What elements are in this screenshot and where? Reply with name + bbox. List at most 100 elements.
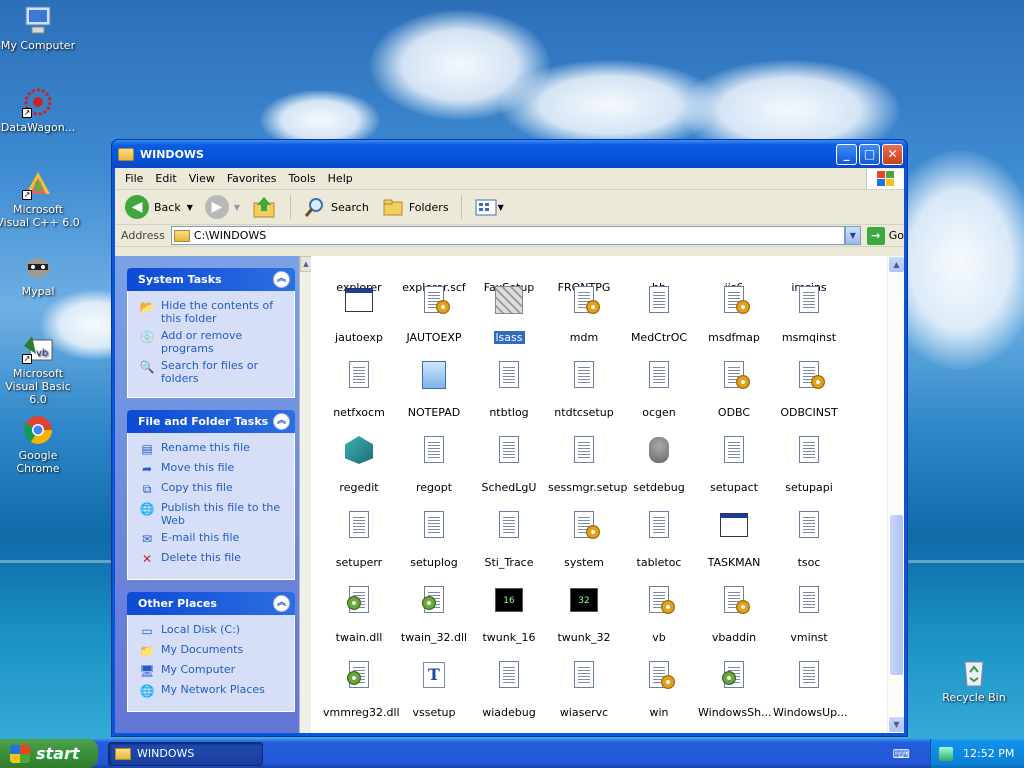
task-add-remove-programs[interactable]: 💿 Add or remove programs	[139, 329, 288, 355]
taskbar-button-windows[interactable]: WINDOWS	[108, 741, 263, 766]
forward-button[interactable]: ▶ ▼	[201, 193, 244, 221]
file-item[interactable]: regedit	[321, 434, 397, 494]
task-pane-scrollbar[interactable]: ▲	[299, 256, 312, 733]
task-move[interactable]: ➦ Move this file	[139, 461, 288, 477]
start-button[interactable]: start	[0, 739, 98, 768]
address-dropdown-button[interactable]: ▼	[844, 226, 861, 245]
network-tray-icon[interactable]	[939, 746, 953, 761]
file-item[interactable]: TASKMAN	[696, 509, 772, 569]
file-item[interactable]: ntdtcsetup	[546, 359, 622, 419]
file-item[interactable]: twain.dll	[321, 584, 397, 644]
desktop-icon-google-chrome[interactable]: Google Chrome	[0, 414, 80, 475]
menu-help[interactable]: Help	[322, 172, 359, 185]
file-item[interactable]: jautoexp	[321, 284, 397, 344]
place-local-disk[interactable]: ▭ Local Disk (C:)	[139, 623, 288, 639]
task-delete[interactable]: ✕ Delete this file	[139, 551, 288, 567]
desktop-icon-recycle-bin[interactable]: Recycle Bin	[932, 656, 1016, 704]
other-places-header[interactable]: Other Places ︽	[127, 592, 295, 615]
file-item[interactable]: sessmgr.setup	[546, 434, 627, 494]
minimize-button[interactable]: _	[836, 143, 857, 165]
file-item[interactable]: vminst	[771, 584, 847, 644]
file-item[interactable]: setupact	[696, 434, 772, 494]
back-button[interactable]: ◀ Back ▼	[121, 193, 197, 221]
menu-favorites[interactable]: Favorites	[221, 172, 283, 185]
collapse-chevron-icon[interactable]: ︽	[273, 271, 290, 288]
file-item[interactable]: tsoc	[771, 509, 847, 569]
keyboard-icon[interactable]: ⌨	[893, 747, 910, 761]
file-item[interactable]: ODBC	[696, 359, 772, 419]
folders-button[interactable]: Folders	[377, 195, 453, 219]
desktop-icon-visual-basic[interactable]: vb ↗ Microsoft Visual Basic 6.0	[0, 332, 80, 406]
file-item[interactable]: ntbtlog	[471, 359, 547, 419]
file-item[interactable]: ODBCINST	[771, 359, 847, 419]
desktop-icon-datawagon[interactable]: ↗ DataWagon...	[0, 86, 80, 134]
scroll-up-arrow-icon[interactable]: ▲	[888, 256, 904, 273]
file-item[interactable]: setuplog	[396, 509, 472, 569]
go-button[interactable]: → Go	[866, 226, 904, 245]
scroll-down-arrow-icon[interactable]: ▼	[888, 716, 904, 733]
file-item[interactable]: tabletoc	[621, 509, 697, 569]
clock[interactable]: 12:52 PM	[963, 747, 1014, 760]
place-my-computer[interactable]: 🖥 My Computer	[139, 663, 288, 679]
place-my-documents[interactable]: 📁 My Documents	[139, 643, 288, 659]
vertical-scrollbar[interactable]: ▲ ▼	[887, 256, 904, 733]
file-item[interactable]: JAUTOEXP	[396, 284, 472, 344]
menu-tools[interactable]: Tools	[283, 172, 322, 185]
system-tasks-header[interactable]: System Tasks ︽	[127, 268, 295, 291]
collapse-chevron-icon[interactable]: ︽	[273, 413, 290, 430]
file-item[interactable]: mdm	[546, 284, 622, 344]
task-rename[interactable]: ▤ Rename this file	[139, 441, 288, 457]
file-item[interactable]: wiaservc	[546, 659, 622, 719]
explorer-window[interactable]: WINDOWS _ □ ✕ File Edit View Favorites T…	[111, 139, 908, 737]
file-item[interactable]: SchedLgU	[471, 434, 547, 494]
task-copy[interactable]: ⧉ Copy this file	[139, 481, 288, 497]
file-item[interactable]: msmqinst	[771, 284, 847, 344]
dropdown-arrow-icon[interactable]: ▼	[234, 203, 240, 212]
menu-edit[interactable]: Edit	[149, 172, 182, 185]
file-item[interactable]: NOTEPAD	[396, 359, 472, 419]
file-item[interactable]: regopt	[396, 434, 472, 494]
file-item[interactable]: twain_32.dll	[396, 584, 472, 644]
scroll-thumb[interactable]	[889, 514, 904, 676]
up-folder-button[interactable]	[248, 193, 282, 221]
file-item[interactable]: lsass	[471, 284, 547, 345]
file-item[interactable]: win	[621, 659, 697, 719]
desktop-icon-mypal[interactable]: Mypal	[0, 250, 80, 298]
maximize-button[interactable]: □	[859, 143, 880, 165]
file-item[interactable]: ocgen	[621, 359, 697, 419]
collapse-chevron-icon[interactable]: ︽	[273, 595, 290, 612]
task-publish-web[interactable]: 🌐 Publish this file to the Web	[139, 501, 288, 527]
file-item[interactable]: vb	[621, 584, 697, 644]
file-item[interactable]: 16 twunk_16	[471, 584, 547, 644]
file-item[interactable]: vmmreg32.dll	[321, 659, 400, 719]
file-item[interactable]: wiadebug	[471, 659, 547, 719]
file-item[interactable]: Tvssetup	[396, 659, 472, 719]
place-my-network-places[interactable]: 🌐 My Network Places	[139, 683, 288, 699]
desktop-icon-visual-cpp[interactable]: ↗ Microsoft Visual C++ 6.0	[0, 168, 80, 229]
task-search-files[interactable]: 🔍 Search for files or folders	[139, 359, 288, 385]
file-item[interactable]: setupapi	[771, 434, 847, 494]
title-bar[interactable]: WINDOWS _ □ ✕	[112, 140, 907, 168]
file-item[interactable]: system	[546, 509, 622, 569]
close-button[interactable]: ✕	[882, 143, 903, 165]
file-item[interactable]: netfxocm	[321, 359, 397, 419]
desktop-icon-my-computer[interactable]: My Computer	[0, 4, 80, 52]
task-email[interactable]: ✉ E-mail this file	[139, 531, 288, 547]
file-item[interactable]: 32 twunk_32	[546, 584, 622, 644]
file-item[interactable]: Sti_Trace	[471, 509, 547, 569]
menu-view[interactable]: View	[183, 172, 221, 185]
file-item[interactable]: WindowsUp...	[771, 659, 848, 719]
menu-file[interactable]: File	[119, 172, 149, 185]
search-button[interactable]: Search	[299, 194, 373, 220]
dropdown-arrow-icon[interactable]: ▼	[187, 203, 193, 212]
file-item[interactable]: setdebug	[621, 434, 697, 494]
task-hide-contents[interactable]: 📂 Hide the contents of this folder	[139, 299, 288, 325]
address-input[interactable]: C:\WINDOWS	[170, 226, 845, 245]
file-item[interactable]: MedCtrOC	[621, 284, 697, 344]
file-item[interactable]: msdfmap	[696, 284, 772, 344]
views-button[interactable]: ▼	[470, 195, 508, 219]
file-item[interactable]: vbaddin	[696, 584, 772, 644]
file-item[interactable]: setuperr	[321, 509, 397, 569]
file-folder-tasks-header[interactable]: File and Folder Tasks ︽	[127, 410, 295, 433]
file-item[interactable]: WindowsSh...	[696, 659, 772, 719]
